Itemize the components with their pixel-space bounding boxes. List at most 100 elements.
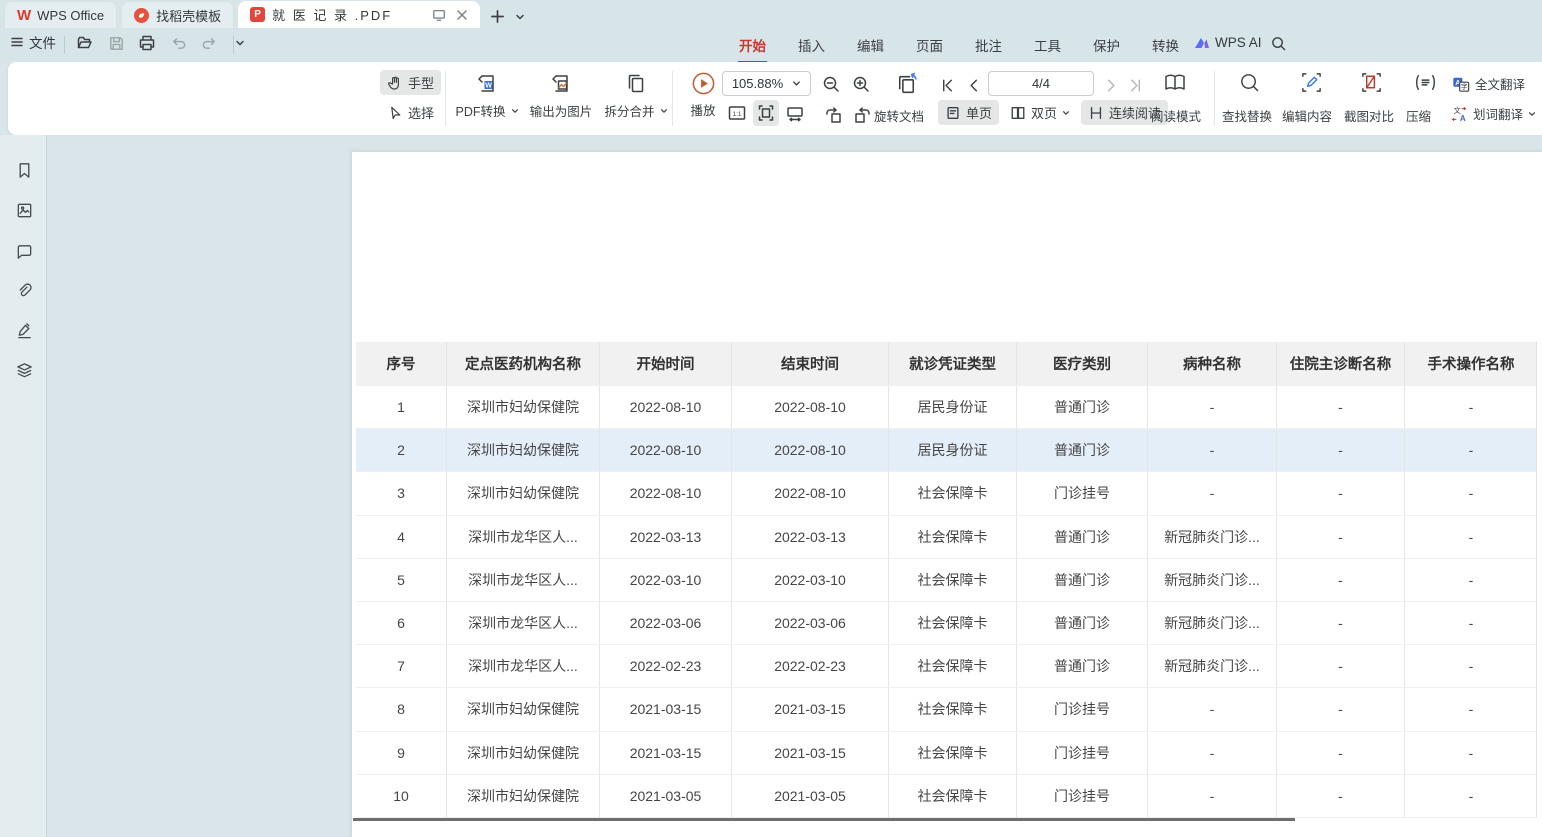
zoom-out-button[interactable]: [818, 71, 844, 97]
next-page-button[interactable]: [1098, 72, 1124, 98]
split-merge-label: 拆分合并: [604, 101, 654, 120]
next-page-icon: [1103, 77, 1120, 94]
read-mode-button[interactable]: 阅读模式: [1151, 106, 1201, 125]
one-to-one-icon: 1:1: [727, 103, 747, 123]
rotate-left-button[interactable]: [820, 102, 846, 128]
zoom-level-value: 105.88%: [732, 76, 783, 91]
tab-docer-label: 找稻壳模板: [156, 6, 221, 25]
undo-icon[interactable]: [167, 32, 189, 54]
tab-docer-templates[interactable]: 找稻壳模板: [121, 1, 234, 28]
table-header-cell: 就诊凭证类型: [889, 342, 1017, 386]
zoom-out-icon: [821, 74, 841, 94]
page-number-input[interactable]: 4/4: [988, 71, 1094, 96]
previous-page-button[interactable]: [960, 72, 986, 98]
compress-button[interactable]: 压缩: [1406, 106, 1431, 125]
menu-item-insert[interactable]: 插入: [797, 33, 826, 57]
menu-item-edit[interactable]: 编辑: [856, 33, 885, 57]
table-header-cell: 医疗类别: [1017, 342, 1148, 386]
full-translate-label: 全文翻译: [1475, 74, 1525, 93]
attachments-panel-button[interactable]: [13, 279, 35, 301]
word-translate-button[interactable]: 文A 划词翻译: [1450, 104, 1536, 123]
docer-icon: [134, 8, 149, 23]
medical-records-table: 序号定点医药机构名称开始时间结束时间就诊凭证类型医疗类别病种名称住院主诊断名称手…: [356, 342, 1537, 818]
double-page-button[interactable]: 双页: [1003, 100, 1077, 125]
table-cell: 10: [356, 775, 447, 818]
first-page-button[interactable]: [934, 72, 960, 98]
comments-panel-button[interactable]: [13, 240, 35, 262]
split-merge-button[interactable]: 拆分合并: [600, 71, 672, 120]
select-tool-button[interactable]: 选择: [380, 100, 441, 125]
zoom-in-button[interactable]: [848, 71, 874, 97]
table-cell: -: [1405, 645, 1537, 688]
zoom-level-select[interactable]: 105.88%: [722, 71, 811, 96]
save-icon[interactable]: [105, 32, 127, 54]
close-tab-icon[interactable]: [456, 9, 468, 21]
menubar-search-icon[interactable]: [1270, 35, 1287, 52]
last-page-button[interactable]: [1122, 72, 1148, 98]
export-image-button[interactable]: 输出为图片: [524, 71, 598, 120]
tab-document-pdf[interactable]: P 就 医 记 录 .PDF: [238, 1, 480, 28]
table-cell: -: [1148, 775, 1277, 818]
wps-ai-button[interactable]: WPS AI: [1194, 35, 1262, 50]
redo-icon[interactable]: [198, 32, 220, 54]
open-file-icon[interactable]: [74, 32, 96, 54]
table-cell: 深圳市龙华区人...: [447, 645, 600, 688]
table-cell: 2022-08-10: [732, 429, 889, 472]
table-cell: 2021-03-15: [732, 688, 889, 731]
single-page-label: 单页: [966, 103, 992, 122]
new-tab-button[interactable]: [490, 9, 505, 24]
table-cell: 2022-03-06: [600, 602, 732, 645]
actual-size-button[interactable]: 1:1: [724, 100, 750, 126]
table-cell: 门诊挂号: [1017, 732, 1148, 775]
share-to-screen-icon[interactable]: [432, 8, 446, 22]
signature-panel-button[interactable]: [13, 319, 35, 341]
split-merge-icon: [623, 71, 649, 97]
rotate-right-icon: [853, 105, 873, 125]
single-page-button[interactable]: 单页: [938, 100, 999, 125]
thumbnails-panel-button[interactable]: [13, 199, 35, 221]
menu-item-protect[interactable]: 保护: [1092, 33, 1121, 57]
hand-icon: [387, 75, 403, 91]
table-cell: -: [1148, 472, 1277, 515]
menu-item-tools[interactable]: 工具: [1033, 33, 1062, 57]
pdf-convert-button[interactable]: W PDF转换: [452, 71, 522, 120]
table-cell: 9: [356, 732, 447, 775]
find-replace-button[interactable]: 查找替换: [1222, 106, 1272, 125]
menu-item-comment[interactable]: 批注: [974, 33, 1003, 57]
table-row: 7深圳市龙华区人...2022-02-232022-02-23社会保障卡普通门诊…: [356, 645, 1536, 688]
screenshot-compare-label: 截图对比: [1344, 110, 1394, 124]
pdf-convert-label: PDF转换: [455, 101, 505, 120]
table-cell: 2022-08-10: [600, 429, 732, 472]
table-cell: 2022-08-10: [600, 472, 732, 515]
file-menu-button[interactable]: 文件: [10, 32, 56, 52]
fit-width-button[interactable]: [782, 100, 808, 126]
tab-list-chevron-icon[interactable]: [515, 12, 525, 22]
print-icon[interactable]: [136, 32, 158, 54]
read-mode-icon: [1160, 68, 1190, 98]
table-cell: 社会保障卡: [889, 516, 1017, 559]
svg-text:1:1: 1:1: [732, 111, 741, 118]
table-cell: -: [1405, 386, 1537, 429]
table-row: 9深圳市妇幼保健院2021-03-152021-03-15社会保障卡门诊挂号--…: [356, 732, 1536, 775]
screenshot-compare-button[interactable]: 截图对比: [1344, 106, 1394, 125]
table-cell: -: [1277, 645, 1405, 688]
table-cell: -: [1148, 386, 1277, 429]
menu-item-home[interactable]: 开始: [738, 33, 767, 57]
hand-tool-button[interactable]: 手型: [380, 70, 441, 95]
layers-panel-button[interactable]: [13, 359, 35, 381]
play-button[interactable]: 播放: [678, 71, 728, 119]
full-translate-button[interactable]: A字 全文翻译: [1452, 74, 1525, 93]
rotate-document-button[interactable]: 旋转文档: [874, 106, 924, 125]
table-row: 5深圳市龙华区人...2022-03-102022-03-10社会保障卡普通门诊…: [356, 559, 1536, 602]
table-cell: 门诊挂号: [1017, 775, 1148, 818]
menu-item-page[interactable]: 页面: [915, 33, 944, 57]
fit-page-button[interactable]: [753, 100, 779, 126]
edit-content-button[interactable]: 编辑内容: [1282, 106, 1332, 125]
table-cell: -: [1277, 602, 1405, 645]
double-page-icon: [1010, 105, 1026, 121]
bookmarks-panel-button[interactable]: [13, 159, 35, 181]
rotate-right-button[interactable]: [850, 102, 876, 128]
menu-item-convert[interactable]: 转换: [1151, 33, 1180, 57]
table-row: 10深圳市妇幼保健院2021-03-052021-03-05社会保障卡门诊挂号-…: [356, 775, 1536, 818]
tab-wps-home[interactable]: W WPS Office: [4, 1, 117, 28]
